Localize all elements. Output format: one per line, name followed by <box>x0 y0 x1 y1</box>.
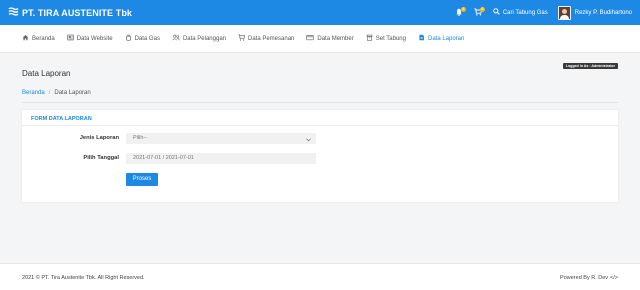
top-bar: PT. TIRA AUSTENITE Tbk 0 0 Cari Tabung G… <box>0 0 640 25</box>
chevron-down-icon <box>306 137 311 146</box>
report-icon <box>418 34 425 43</box>
cart-button[interactable]: 0 <box>471 6 485 20</box>
header-divider <box>22 102 618 103</box>
nav-label: Data Gas <box>134 35 160 42</box>
cart-count-badge: 0 <box>479 6 485 12</box>
cart-icon <box>238 34 246 43</box>
nav-label: Data Website <box>76 35 113 42</box>
breadcrumb-home-link[interactable]: Beranda <box>22 90 45 96</box>
nav-label: Data Pelanggan <box>182 35 226 42</box>
brand-logo-icon <box>8 6 19 19</box>
nav-item-data-pelanggan[interactable]: Data Pelanggan <box>172 34 226 43</box>
tank-icon <box>366 34 373 43</box>
jenis-laporan-select[interactable]: Pilih-- <box>126 133 316 144</box>
notification-button[interactable]: 0 <box>452 6 466 20</box>
user-menu[interactable]: Rezky P. Budihartono <box>557 5 632 20</box>
breadcrumb-current: Data Laporan <box>54 90 91 96</box>
nav-item-data-member[interactable]: Data Member <box>306 34 354 43</box>
nav-item-data-gas[interactable]: Data Gas <box>125 34 160 43</box>
nav-item-data-laporan[interactable]: Data Laporan <box>418 34 464 43</box>
main-nav: Beranda Data Website Data Gas Data Pelan… <box>0 25 640 53</box>
jenis-laporan-label: Jenis Laporan <box>79 135 119 141</box>
website-icon <box>67 34 74 43</box>
search-icon <box>493 8 500 17</box>
form-card: FORM DATA LAPORAN Jenis Laporan Pilih-- … <box>22 110 618 202</box>
footer: 2021 © PT. Tira Austenite Tbk. All Right… <box>0 263 640 290</box>
card-divider <box>22 125 618 126</box>
jenis-laporan-value: Pilih-- <box>133 135 148 141</box>
nav-item-set-tabung[interactable]: Set Tabung <box>366 34 406 43</box>
nav-item-data-website[interactable]: Data Website <box>67 34 113 43</box>
search-label: Cari Tabung Gas <box>502 9 548 16</box>
search-tabung-link[interactable]: Cari Tabung Gas <box>493 8 548 17</box>
powered-by-text: Powered By R. Dev <box>560 275 609 281</box>
user-name: Rezky P. Budihartono <box>574 9 632 16</box>
logged-in-badge: Logged In As : Administrator <box>562 63 618 69</box>
brand-name: PT. TIRA AUSTENITE Tbk <box>22 7 133 18</box>
code-icon: </> <box>610 275 618 281</box>
nav-label: Data Member <box>317 35 354 42</box>
card-icon <box>306 34 315 43</box>
home-icon <box>22 34 29 43</box>
avatar <box>557 5 571 20</box>
nav-item-data-pemesanan[interactable]: Data Pemesanan <box>238 34 294 43</box>
nav-label: Set Tabung <box>375 35 406 42</box>
date-range-input[interactable]: 2021-07-01 / 2021-07-01 <box>126 153 316 164</box>
nav-label: Data Pemesanan <box>248 35 295 42</box>
gas-icon <box>125 34 132 43</box>
breadcrumb-separator: / <box>48 90 51 96</box>
notification-count-badge: 0 <box>460 6 466 12</box>
form-title: FORM DATA LAPORAN <box>31 116 92 122</box>
breadcrumb: Beranda / Data Laporan <box>22 90 91 96</box>
footer-copyright: 2021 © PT. Tira Austenite Tbk. All Right… <box>22 275 145 281</box>
proses-button[interactable]: Proses <box>126 173 158 186</box>
users-icon <box>172 34 180 43</box>
brand[interactable]: PT. TIRA AUSTENITE Tbk <box>8 6 132 19</box>
footer-powered: Powered By R. Dev </> <box>560 275 618 281</box>
pilih-tanggal-label: Pilih Tanggal <box>83 155 119 161</box>
nav-label: Data Laporan <box>427 35 465 42</box>
page-title: Data Laporan <box>22 69 71 78</box>
nav-label: Beranda <box>32 35 55 42</box>
nav-item-beranda[interactable]: Beranda <box>22 34 55 43</box>
